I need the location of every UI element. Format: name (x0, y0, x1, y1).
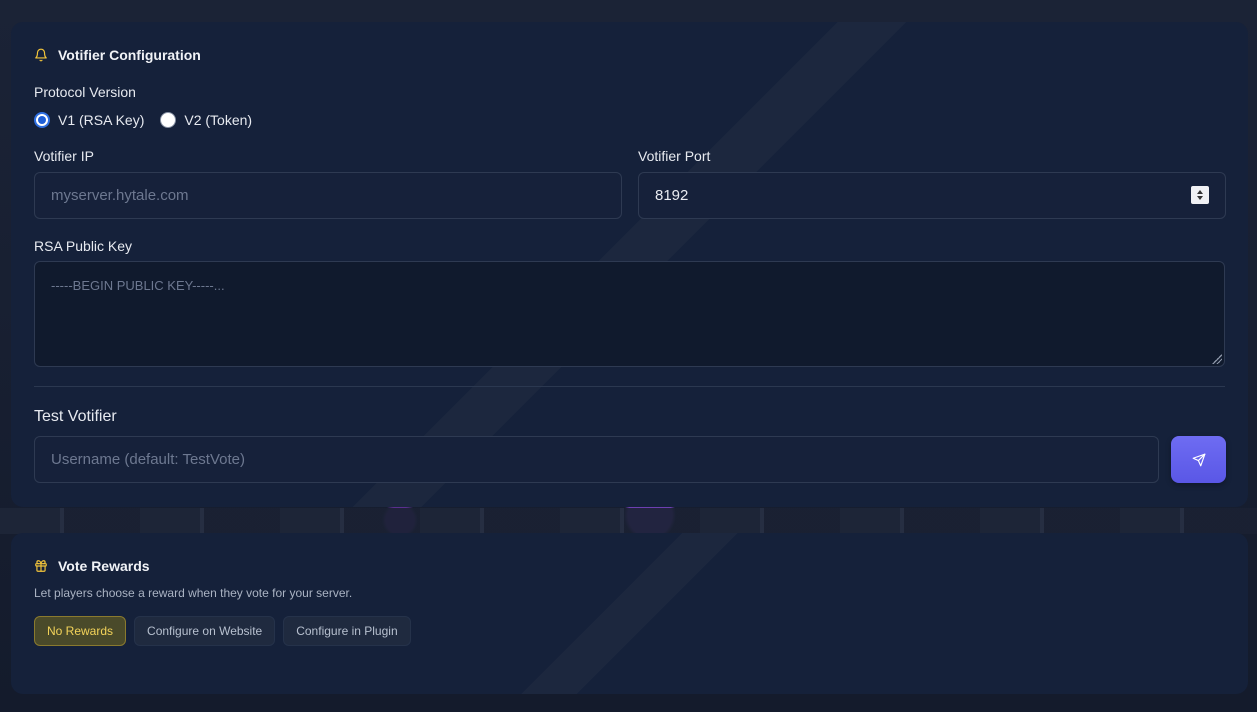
protocol-radio-group: V1 (RSA Key) V2 (Token) (34, 112, 252, 128)
configure-in-plugin-button[interactable]: Configure in Plugin (283, 616, 411, 646)
rewards-options: No Rewards Configure on Website Configur… (34, 616, 411, 646)
no-rewards-button[interactable]: No Rewards (34, 616, 127, 646)
votifier-port-input[interactable]: 8192 (638, 172, 1226, 219)
protocol-v2-label: V2 (Token) (184, 112, 253, 128)
protocol-v1-radio[interactable]: V1 (RSA Key) (34, 112, 144, 128)
votifier-ip-input[interactable]: myserver.hytale.com (34, 172, 622, 219)
votifier-ip-label: Votifier IP (34, 148, 94, 164)
test-username-placeholder: Username (default: TestVote) (51, 451, 245, 468)
rewards-title-text: Vote Rewards (58, 558, 150, 574)
section-divider (34, 386, 1225, 387)
radio-v1-indicator[interactable] (34, 112, 50, 128)
background-strip (0, 508, 1257, 534)
rewards-description: Let players choose a reward when they vo… (34, 586, 353, 600)
votifier-configuration-card: Votifier Configuration Protocol Version … (11, 22, 1248, 507)
rewards-section-title: Vote Rewards (34, 558, 150, 574)
votifier-section-title: Votifier Configuration (34, 47, 201, 63)
rsa-public-key-placeholder: -----BEGIN PUBLIC KEY-----... (51, 278, 225, 293)
rsa-public-key-textarea[interactable]: -----BEGIN PUBLIC KEY-----... (34, 261, 1225, 367)
test-username-input[interactable]: Username (default: TestVote) (34, 436, 1159, 483)
protocol-version-label: Protocol Version (34, 84, 136, 100)
radio-v2-indicator[interactable] (160, 112, 177, 128)
send-test-vote-button[interactable] (1171, 436, 1226, 483)
send-icon (1192, 453, 1205, 466)
votifier-port-label: Votifier Port (638, 148, 711, 164)
port-spinner[interactable] (1191, 186, 1209, 204)
protocol-v1-label: V1 (RSA Key) (58, 112, 145, 128)
bell-icon (35, 48, 47, 62)
protocol-v2-radio[interactable]: V2 (Token) (160, 112, 252, 128)
votifier-ip-placeholder: myserver.hytale.com (51, 187, 189, 204)
test-votifier-label: Test Votifier (34, 408, 117, 425)
gift-icon (35, 560, 47, 572)
votifier-title-text: Votifier Configuration (58, 47, 201, 63)
spinner-down-icon[interactable] (1197, 196, 1203, 200)
resize-handle-icon[interactable] (1212, 354, 1222, 364)
vote-rewards-card: Vote Rewards Let players choose a reward… (11, 533, 1248, 694)
votifier-port-value: 8192 (655, 187, 689, 204)
spinner-up-icon[interactable] (1197, 190, 1203, 194)
rsa-public-key-label: RSA Public Key (34, 238, 133, 254)
configure-on-website-button[interactable]: Configure on Website (134, 616, 276, 646)
